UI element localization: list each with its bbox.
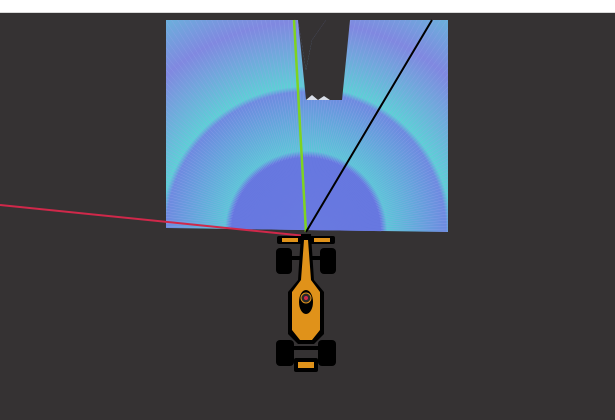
simulation-viewport[interactable]	[0, 13, 615, 420]
race-car-icon[interactable]	[276, 234, 336, 372]
scene-canvas	[0, 19, 448, 372]
browser-toolbar	[0, 0, 615, 13]
